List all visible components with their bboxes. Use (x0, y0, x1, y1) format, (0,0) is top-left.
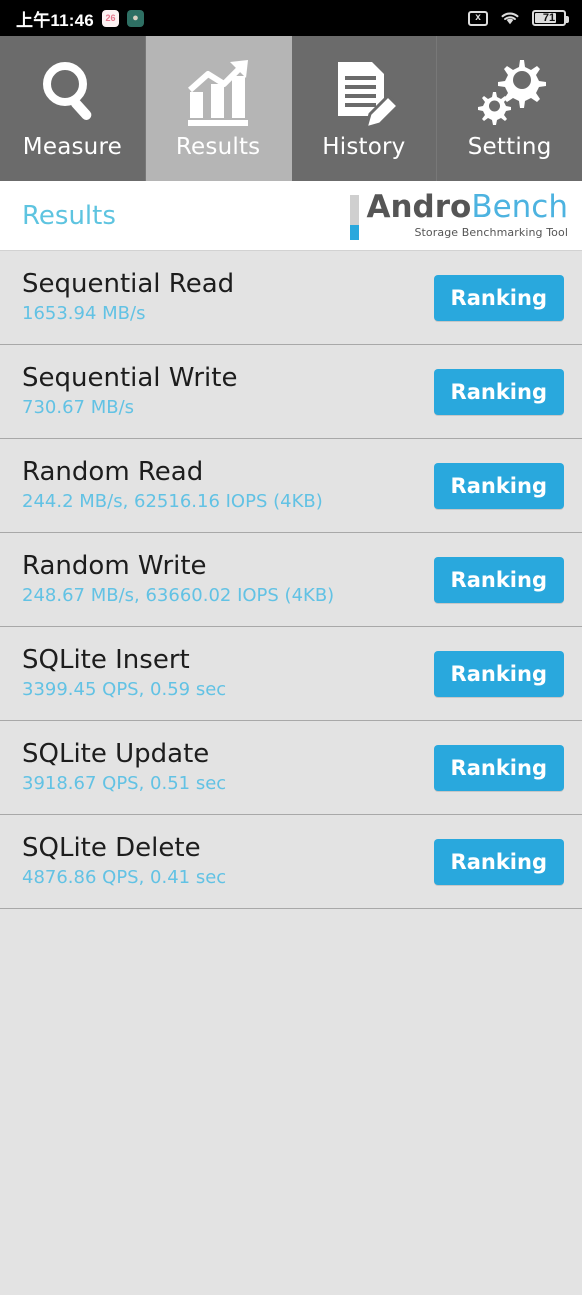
logo-tagline: Storage Benchmarking Tool (414, 225, 568, 239)
tab-measure-label: Measure (22, 133, 122, 160)
row-texts: Sequential Write 730.67 MB/s (22, 365, 237, 417)
benchmark-value: 3399.45 QPS, 0.59 sec (22, 678, 227, 700)
magnifier-icon (34, 58, 110, 130)
row-texts: Sequential Read 1653.94 MB/s (22, 271, 234, 323)
benchmark-value: 3918.67 QPS, 0.51 sec (22, 772, 227, 794)
tab-setting-label: Setting (467, 133, 552, 160)
no-sim-icon: x (468, 10, 488, 26)
logo-wordmark: AndroBench (366, 188, 568, 225)
benchmark-name: Random Read (22, 457, 204, 488)
logo-text: AndroBench Storage Benchmarking Tool (366, 188, 568, 239)
no-sim-icon-glyph: x (475, 12, 481, 23)
ranking-button[interactable]: Ranking (433, 274, 564, 321)
page-title: Results (22, 200, 116, 231)
app-root: 上午11:46 26 ● x 71 Measure Results Histor… (0, 0, 582, 1295)
benchmark-value: 730.67 MB/s (22, 396, 135, 418)
ranking-button[interactable]: Ranking (433, 556, 564, 603)
page-header: Results AndroBench Storage Benchmarking … (0, 181, 582, 251)
benchmark-name: Sequential Write (22, 363, 238, 394)
row-texts: SQLite Insert 3399.45 QPS, 0.59 sec (22, 647, 226, 699)
gears-icon (472, 58, 548, 130)
row-texts: Random Write 248.67 MB/s, 63660.02 IOPS (… (22, 553, 334, 605)
bar-chart-icon (180, 58, 256, 130)
status-bar-left: 上午11:46 26 ● (16, 6, 144, 31)
tab-history[interactable]: History (291, 36, 438, 181)
battery-percent: 71 (542, 12, 556, 24)
tab-results[interactable]: Results (145, 36, 292, 181)
androbench-logo: AndroBench Storage Benchmarking Tool (350, 188, 568, 240)
table-row[interactable]: Sequential Write 730.67 MB/s Ranking (0, 345, 582, 439)
table-row[interactable]: SQLite Insert 3399.45 QPS, 0.59 sec Rankin… (0, 627, 582, 721)
table-row[interactable]: Random Write 248.67 MB/s, 63660.02 IOPS (… (0, 533, 582, 627)
row-texts: SQLite Update 3918.67 QPS, 0.51 sec (22, 741, 226, 793)
benchmark-value: 1653.94 MB/s (22, 302, 146, 324)
app-icon: ● (126, 9, 144, 27)
empty-space (0, 909, 582, 1295)
tab-setting[interactable]: Setting (437, 36, 582, 181)
wifi-icon (499, 10, 521, 26)
table-row[interactable]: SQLite Update 3918.67 QPS, 0.51 sec Rankin… (0, 721, 582, 815)
benchmark-value: 244.2 MB/s, 62516.16 IOPS (4KB) (22, 490, 323, 512)
table-row[interactable]: Random Read 244.2 MB/s, 62516.16 IOPS (4K… (0, 439, 582, 533)
tab-measure[interactable]: Measure (0, 36, 146, 181)
benchmark-name: SQLite Insert (22, 645, 190, 676)
ranking-button[interactable]: Ranking (433, 462, 564, 509)
results-list: Sequential Read 1653.94 MB/s Ranking Sequen… (0, 251, 582, 909)
benchmark-name: SQLite Delete (22, 833, 201, 864)
document-pencil-icon (326, 58, 402, 130)
row-texts: Random Read 244.2 MB/s, 62516.16 IOPS (4K… (22, 459, 323, 511)
ranking-button[interactable]: Ranking (433, 744, 564, 791)
battery-icon: 71 (532, 10, 569, 26)
ranking-button[interactable]: Ranking (433, 368, 564, 415)
ranking-button[interactable]: Ranking (433, 650, 564, 697)
row-texts: SQLite Delete 4876.86 QPS, 0.41 sec (22, 835, 226, 887)
logo-bench: Bench (471, 188, 568, 225)
benchmark-name: Sequential Read (22, 269, 235, 300)
status-bar: 上午11:46 26 ● x 71 (0, 0, 582, 36)
logo-andro: Andro (366, 188, 472, 225)
status-bar-right: x 71 (468, 10, 569, 26)
tab-bar: Measure Results History Setting (0, 36, 582, 181)
tab-results-label: Results (175, 133, 261, 160)
benchmark-value: 248.67 MB/s, 63660.02 IOPS (4KB) (22, 584, 335, 606)
benchmark-value: 4876.86 QPS, 0.41 sec (22, 866, 227, 888)
benchmark-name: Random Write (22, 551, 207, 582)
ranking-button[interactable]: Ranking (433, 838, 564, 885)
calendar-icon: 26 (101, 9, 119, 27)
tab-history-label: History (322, 133, 406, 160)
logo-bar-mark (350, 194, 360, 240)
table-row[interactable]: Sequential Read 1653.94 MB/s Ranking (0, 251, 582, 345)
status-clock: 上午11:46 (16, 10, 94, 30)
table-row[interactable]: SQLite Delete 4876.86 QPS, 0.41 sec Rankin… (0, 815, 582, 909)
calendar-icon-day: 26 (105, 12, 116, 23)
benchmark-name: SQLite Update (22, 739, 210, 770)
